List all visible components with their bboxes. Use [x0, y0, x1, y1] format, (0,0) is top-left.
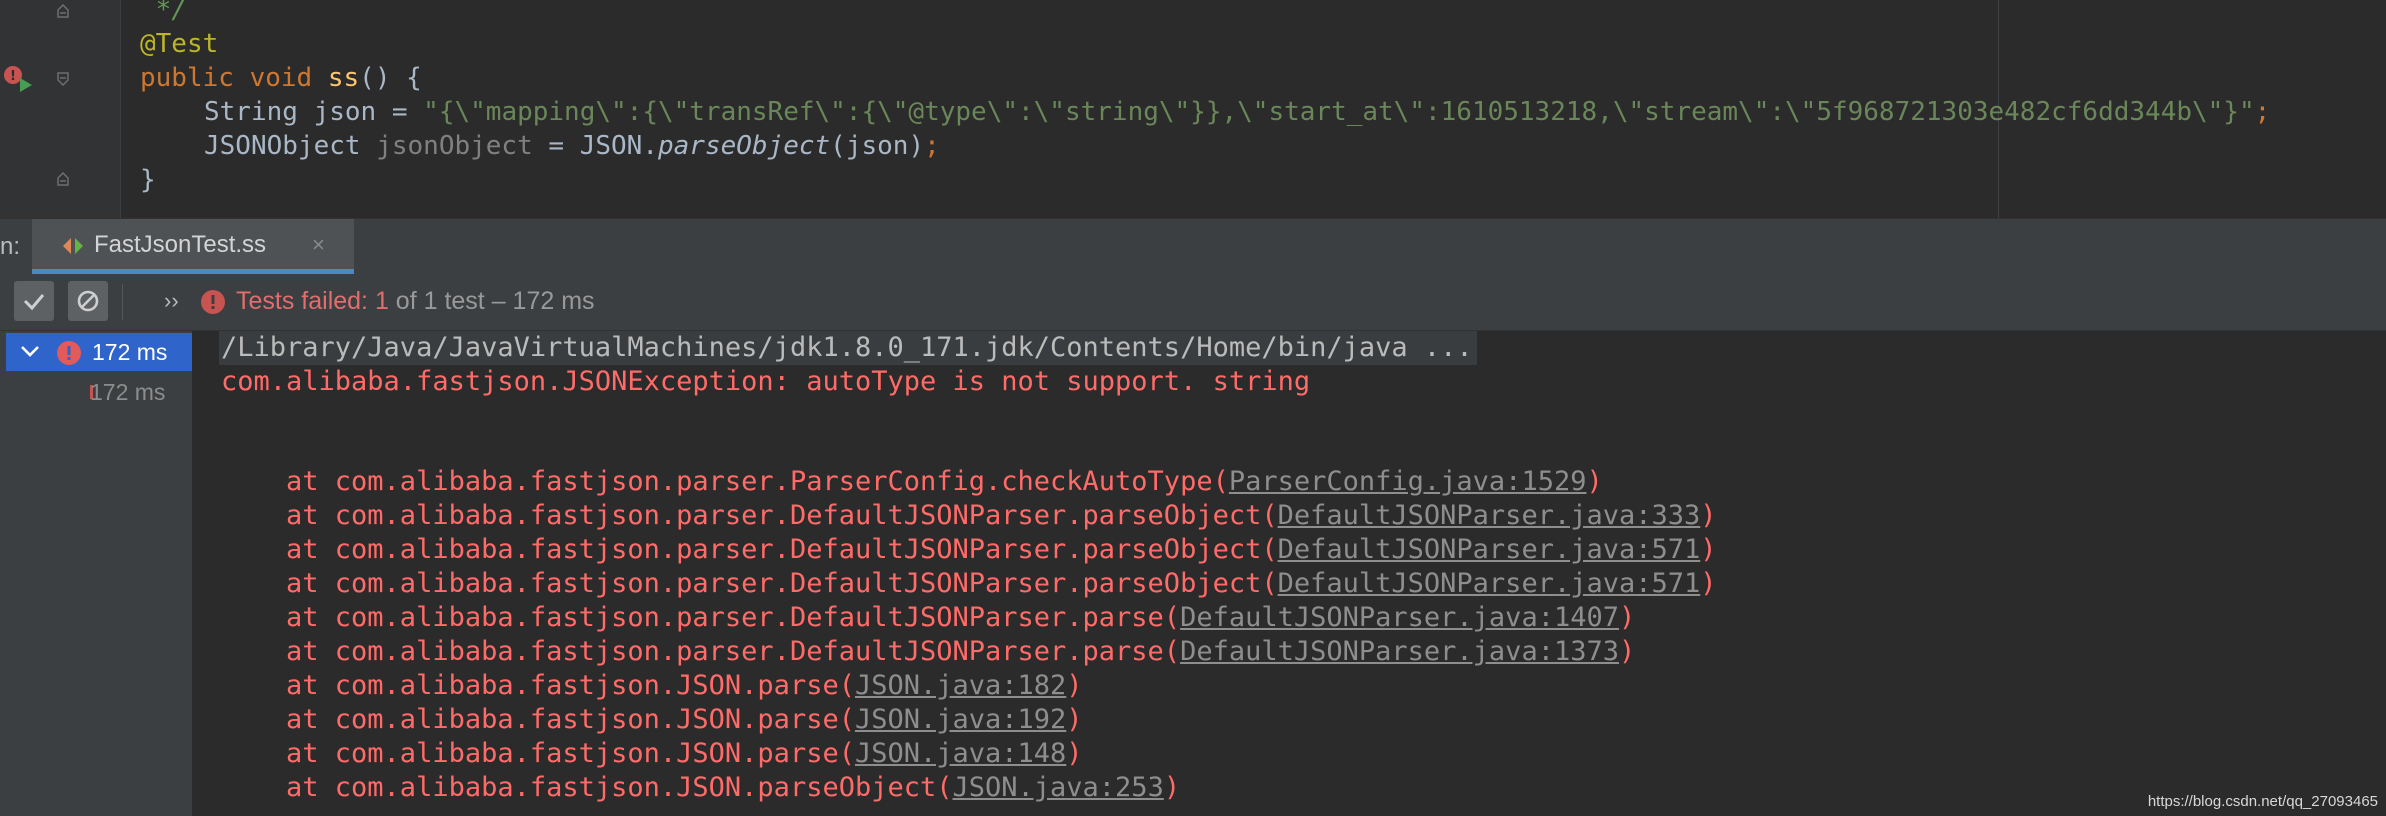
close-icon[interactable]: ×	[312, 219, 325, 271]
stack-frame-line: at com.alibaba.fastjson.parser.DefaultJS…	[221, 533, 1717, 567]
stack-frame-source-link[interactable]: JSON.java:182	[855, 670, 1066, 701]
chevron-down-icon[interactable]	[18, 339, 42, 367]
svg-text:!: !	[10, 69, 16, 84]
stack-frame-method: at com.alibaba.fastjson.parser.DefaultJS…	[221, 534, 1278, 565]
stack-frame-source-link[interactable]: DefaultJSONParser.java:571	[1278, 534, 1701, 565]
gutter-divider	[120, 0, 121, 218]
stack-frame-line: at com.alibaba.fastjson.parser.DefaultJS…	[221, 601, 1635, 635]
stack-frame-method: at com.alibaba.fastjson.JSON.parse(	[221, 670, 855, 701]
test-runner-toolbar: ›› Tests failed: 1 of 1 test – 172 ms	[0, 274, 2386, 331]
tree-row-root[interactable]: 172 ms	[6, 333, 192, 371]
code-closing-brace: }	[140, 165, 156, 195]
watermark: https://blog.csdn.net/qq_27093465	[2147, 793, 2378, 810]
code-editor[interactable]: ! */ @Test public void ss() { String jso…	[0, 0, 2386, 218]
code-line-json-string: String json = "{\"mapping\":{\"transRef\…	[204, 97, 2271, 127]
stack-frame-source-link[interactable]: DefaultJSONParser.java:571	[1278, 568, 1701, 599]
stack-frame-close-paren: )	[1700, 534, 1717, 565]
tests-failed-label: Tests failed: 1	[236, 287, 389, 315]
stack-frame-line: at com.alibaba.fastjson.JSON.parseObject…	[221, 771, 1180, 805]
error-icon	[200, 289, 226, 319]
stack-frame-method: at com.alibaba.fastjson.parser.DefaultJS…	[221, 568, 1278, 599]
stack-frame-line: at com.alibaba.fastjson.parser.DefaultJS…	[221, 499, 1717, 533]
editor-gutter: !	[0, 0, 120, 218]
console-exception-line: com.alibaba.fastjson.JSONException: auto…	[221, 366, 1311, 397]
toolbar-separator	[122, 284, 123, 320]
stack-frame-line: at com.alibaba.fastjson.JSON.parse(JSON.…	[221, 737, 1083, 771]
console-command-line: /Library/Java/JavaVirtualMachines/jdk1.8…	[219, 331, 1477, 365]
run-tool-window-header: n: FastJsonTest.ss ×	[0, 218, 2386, 275]
tests-summary-label: of 1 test – 172 ms	[388, 287, 595, 315]
run-tab-label: FastJsonTest.ss	[94, 231, 267, 258]
show-ignored-button[interactable]	[68, 281, 108, 321]
stack-frame-source-link[interactable]: JSON.java:148	[855, 738, 1066, 769]
stack-frame-source-link[interactable]: DefaultJSONParser.java:333	[1278, 500, 1701, 531]
stack-frame-line: at com.alibaba.fastjson.JSON.parse(JSON.…	[221, 703, 1083, 737]
code-method-signature: public void ss() {	[140, 63, 422, 93]
stack-frame-method: at com.alibaba.fastjson.parser.ParserCon…	[221, 466, 1229, 497]
stack-frame-line: at com.alibaba.fastjson.parser.ParserCon…	[221, 465, 1603, 499]
stack-frame-method: at com.alibaba.fastjson.JSON.parseObject…	[221, 772, 953, 803]
show-passed-button[interactable]	[14, 281, 54, 321]
stack-frame-close-paren: )	[1700, 568, 1717, 599]
stack-frame-source-link[interactable]: JSON.java:192	[855, 704, 1066, 735]
stack-frame-method: at com.alibaba.fastjson.parser.DefaultJS…	[221, 602, 1181, 633]
tree-child-time[interactable]: 172 ms	[90, 373, 165, 411]
stack-frame-method: at com.alibaba.fastjson.JSON.parse(	[221, 704, 855, 735]
stack-frame-close-paren: )	[1066, 704, 1083, 735]
stack-frame-close-paren: )	[1700, 500, 1717, 531]
stack-frame-source-link[interactable]: DefaultJSONParser.java:1373	[1180, 636, 1619, 667]
fold-marker-icon[interactable]	[56, 72, 70, 86]
test-status-text: Tests failed: 1 of 1 test – 172 ms	[236, 274, 595, 328]
code-line-parse: JSONObject jsonObject = JSON.parseObject…	[204, 131, 940, 161]
stack-frame-source-link[interactable]: DefaultJSONParser.java:1407	[1180, 602, 1619, 633]
java-class-icon	[60, 233, 86, 263]
stack-frame-line: at com.alibaba.fastjson.parser.DefaultJS…	[221, 635, 1635, 669]
code-annotation: @Test	[140, 29, 219, 59]
more-actions-button[interactable]: ››	[164, 274, 179, 328]
fold-marker-icon[interactable]	[56, 172, 70, 186]
run-test-gutter-icon[interactable]: !	[2, 64, 34, 96]
stack-frame-source-link[interactable]: JSON.java:253	[953, 772, 1164, 803]
console-output[interactable]: /Library/Java/JavaVirtualMachines/jdk1.8…	[193, 331, 2386, 816]
stack-frame-method: at com.alibaba.fastjson.parser.DefaultJS…	[221, 500, 1278, 531]
run-tab-fastjsontest[interactable]: FastJsonTest.ss ×	[32, 219, 354, 274]
stack-frame-line: at com.alibaba.fastjson.parser.DefaultJS…	[221, 567, 1717, 601]
code-comment-end: */	[140, 0, 187, 25]
stack-frame-method: at com.alibaba.fastjson.JSON.parse(	[221, 738, 855, 769]
run-label: n:	[0, 233, 21, 260]
stack-frame-close-paren: )	[1618, 602, 1636, 633]
tree-root-time: 172 ms	[92, 339, 168, 365]
stack-frame-method: at com.alibaba.fastjson.parser.DefaultJS…	[221, 636, 1181, 667]
test-results-tree[interactable]: 172 ms 172 ms	[0, 331, 193, 816]
stack-frame-close-paren: )	[1163, 772, 1181, 803]
stack-frame-close-paren: )	[1066, 738, 1083, 769]
stack-frame-close-paren: )	[1618, 636, 1636, 667]
error-icon	[56, 340, 82, 370]
stack-frame-source-link[interactable]: ParserConfig.java:1529	[1229, 466, 1587, 497]
stack-frame-line: at com.alibaba.fastjson.JSON.parse(JSON.…	[221, 669, 1083, 703]
stack-frame-close-paren: )	[1066, 670, 1083, 701]
stack-frame-close-paren: )	[1586, 466, 1603, 497]
fold-marker-icon[interactable]	[56, 4, 70, 18]
